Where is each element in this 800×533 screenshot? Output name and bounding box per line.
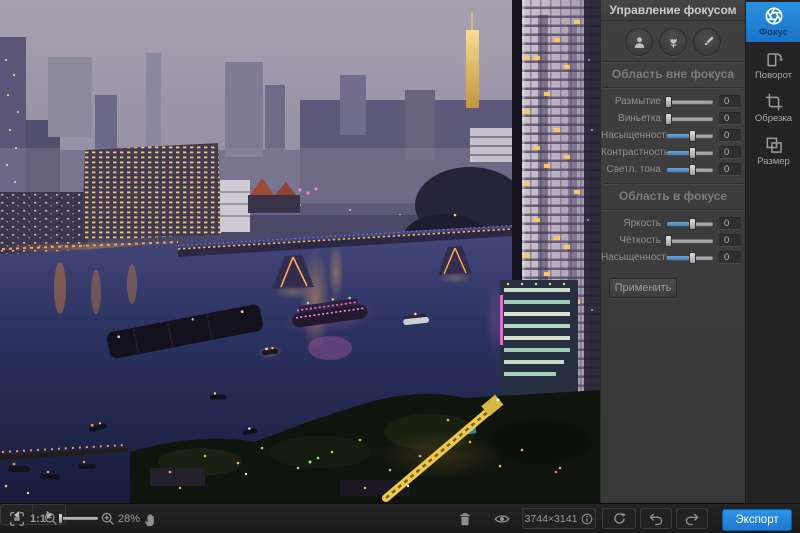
saturation-out-slider[interactable] [667,134,713,138]
eye-icon [493,511,511,527]
tool-crop[interactable]: Обрезка [746,88,800,128]
brightness-slider-handle[interactable] [689,218,696,230]
vignette-label: Виньетка [601,113,667,124]
highlights-slider-handle[interactable] [689,164,696,176]
tool-rotate[interactable]: Поворот [746,45,800,85]
blur-slider-handle[interactable] [665,96,672,108]
reset-button[interactable] [602,508,636,529]
undo-button[interactable] [640,508,672,529]
macro-focus-button[interactable] [659,28,687,56]
tool-rotate-label: Поворот [755,70,792,81]
sharpness-slider-row: Чёткость 0 [601,232,745,249]
crop-icon [764,92,784,112]
export-button[interactable]: Экспорт [722,509,792,531]
image-size-info[interactable]: 3744×3141 [522,508,596,529]
tools-rail: Фокус Поворот Обрезка Размер [745,0,800,503]
blur-slider[interactable] [667,100,713,104]
image-dimensions: 3744×3141 [525,513,578,525]
vignette-value[interactable]: 0 [719,112,741,125]
saturation-in-value[interactable]: 0 [719,251,741,264]
redo-button[interactable] [676,508,708,529]
trash-icon [457,511,473,527]
contrast-slider-row: Контрастность 0 [601,144,745,161]
fit-to-screen-button[interactable] [6,508,28,530]
saturation-in-slider-handle[interactable] [689,252,696,264]
tool-crop-label: Обрезка [755,113,792,124]
highlights-value[interactable]: 0 [719,163,741,176]
bottom-toolbar: 1:1 28% [0,503,800,533]
tool-resize-label: Размер [757,156,790,167]
hand-icon [142,511,159,528]
saturation-out-value[interactable]: 0 [719,129,741,142]
out-of-focus-sliders: Размытие 0 Виньетка 0 Насыщенность 0 Кон… [601,88,745,178]
contrast-slider-handle[interactable] [689,147,696,159]
focus-mode-buttons [601,21,745,61]
contrast-slider[interactable] [667,151,713,155]
zoom-out-icon [43,511,59,527]
show-original-button[interactable] [490,509,514,529]
photo-image [0,0,600,503]
fit-screen-icon [8,510,26,528]
brightness-slider[interactable] [667,222,713,226]
undo-icon [648,511,664,526]
aperture-icon [764,6,784,26]
highlights-label: Светл. тона [601,164,667,175]
saturation-in-slider[interactable] [667,256,713,260]
brightness-slider-row: Яркость 0 [601,215,745,232]
blur-label: Размытие [601,96,667,107]
contrast-label: Контрастность [601,147,667,158]
sharpness-label: Чёткость [601,235,667,246]
sharpness-slider[interactable] [667,239,713,243]
flower-icon [665,34,682,51]
sharpness-slider-handle[interactable] [665,235,672,247]
out-of-focus-section-title: Область вне фокуса [601,62,745,87]
sharpness-value[interactable]: 0 [719,234,741,247]
saturation-in-slider-row: Насыщенность 0 [601,249,745,266]
brush-focus-button[interactable] [693,28,721,56]
in-focus-section-title: Область в фокусе [601,184,745,209]
blur-value[interactable]: 0 [719,95,741,108]
vignette-slider[interactable] [667,117,713,121]
tool-resize[interactable]: Размер [746,131,800,171]
panel-title: Управление фокусом [601,0,745,21]
vignette-slider-handle[interactable] [665,113,672,125]
saturation-out-label: Насыщенность [601,130,667,141]
zoom-slider[interactable] [58,517,98,520]
redo-icon [684,511,700,526]
in-focus-sliders: Яркость 0 Чёткость 0 Насыщенность 0 [601,210,745,266]
highlights-slider[interactable] [667,168,713,172]
apply-button[interactable]: Применить [609,278,677,298]
portrait-focus-button[interactable] [625,28,653,56]
info-icon [581,513,593,525]
vignette-slider-row: Виньетка 0 [601,110,745,127]
tool-focus[interactable]: Фокус [746,2,800,42]
brightness-value[interactable]: 0 [719,217,741,230]
photo-bangkok-dusk-cityscape[interactable] [0,0,600,503]
blur-slider-row: Размытие 0 [601,93,745,110]
zoom-slider-handle[interactable] [58,513,63,524]
reset-icon [612,511,627,526]
highlights-slider-row: Светл. тона 0 [601,161,745,178]
resize-icon [764,135,784,155]
hand-pan-button[interactable] [140,509,160,529]
tool-focus-label: Фокус [759,27,788,38]
rotate-icon [764,49,784,69]
saturation-out-slider-row: Насыщенность 0 [601,127,745,144]
saturation-out-slider-handle[interactable] [689,130,696,142]
brush-icon [699,34,716,51]
photo-editor-window: Управление фокусом [0,0,800,533]
saturation-in-label: Насыщенность [601,252,667,263]
focus-adjustments-panel: Управление фокусом [600,0,745,503]
person-icon [631,34,648,51]
delete-image-button[interactable] [454,509,476,529]
brightness-label: Яркость [601,218,667,229]
contrast-value[interactable]: 0 [719,146,741,159]
